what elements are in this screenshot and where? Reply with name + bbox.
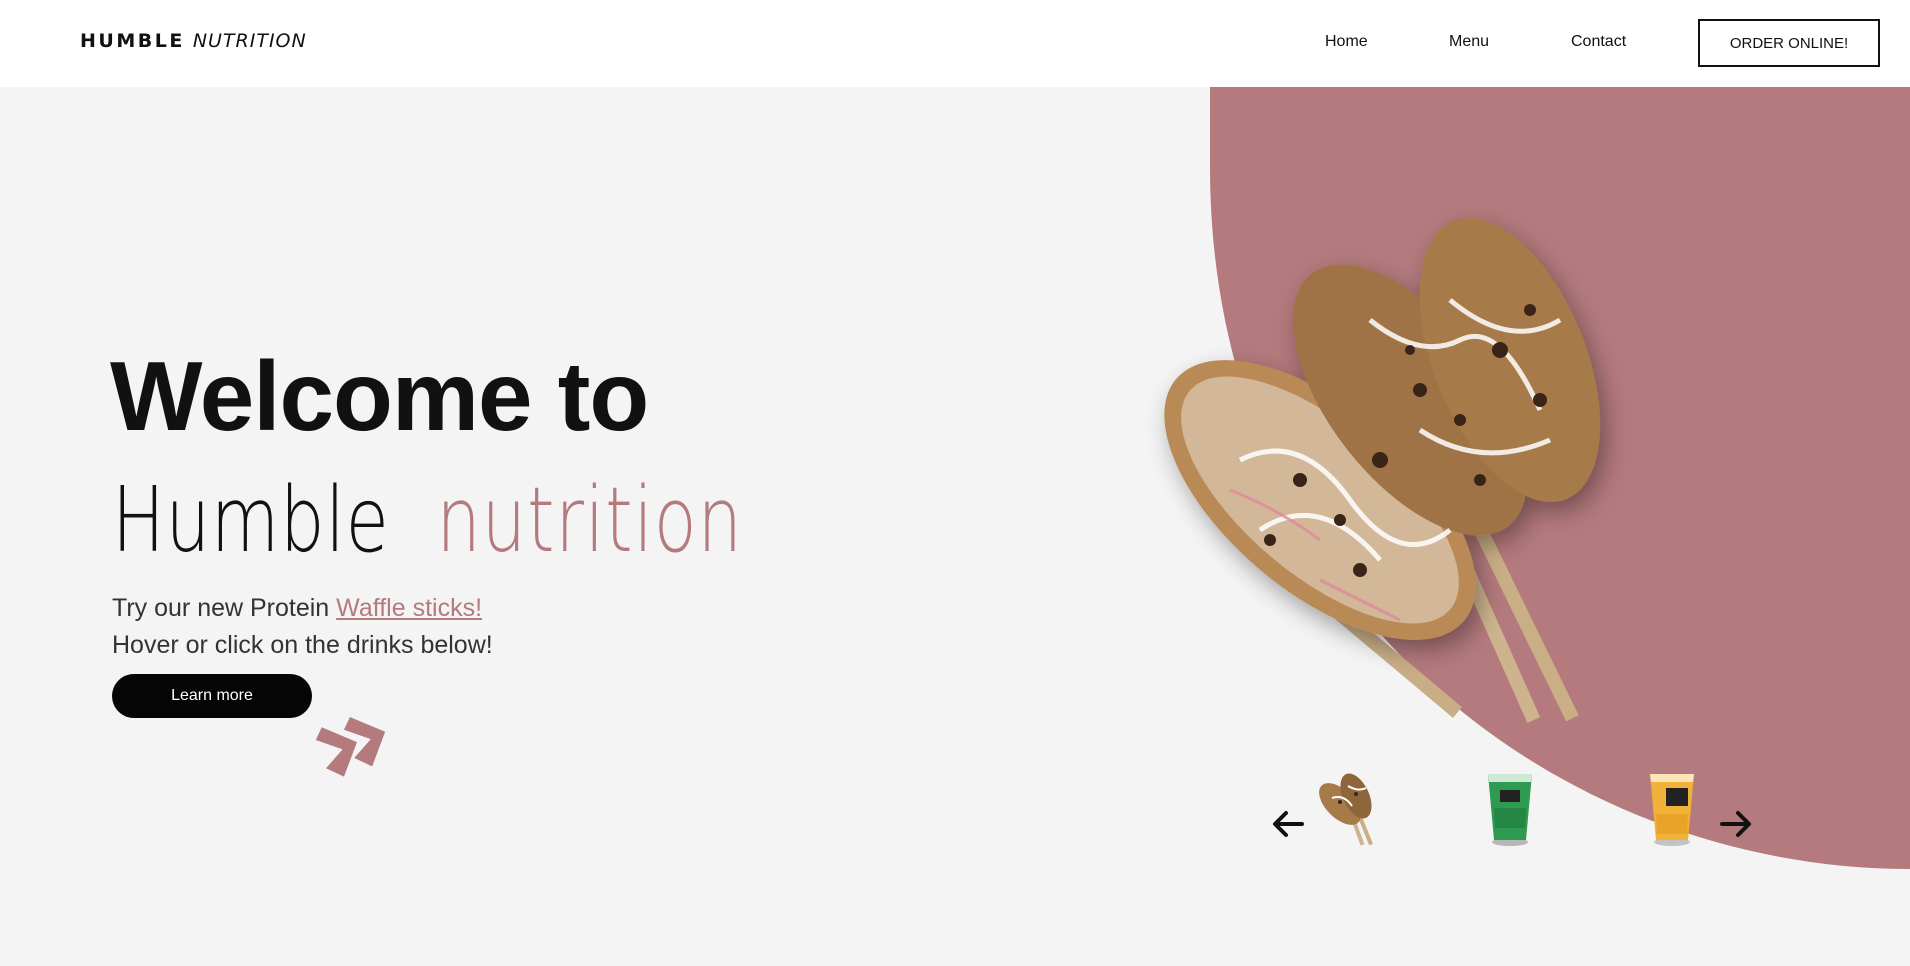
hero-brand-name: Humble nutrition	[112, 468, 743, 573]
logo-humble: HUMBLE	[80, 30, 185, 52]
thumb-orange-drink[interactable]	[1632, 768, 1712, 848]
double-chevron-icon	[315, 716, 386, 777]
nav-menu[interactable]: Menu	[1449, 33, 1489, 51]
brand-word-humble: Humble	[112, 468, 390, 573]
brand-word-nutrition: nutrition	[436, 468, 743, 573]
logo[interactable]: HUMBLE NUTRITION	[80, 30, 307, 52]
learn-more-button[interactable]: Learn more	[112, 674, 312, 718]
order-online-button[interactable]: ORDER ONLINE!	[1698, 19, 1880, 67]
nav-contact[interactable]: Contact	[1571, 33, 1626, 51]
arrow-left-icon[interactable]	[1270, 808, 1306, 840]
nav-home[interactable]: Home	[1325, 33, 1368, 51]
logo-nutrition: NUTRITION	[192, 30, 307, 52]
thumb-waffle-sticks[interactable]	[1310, 768, 1390, 848]
arrow-right-icon[interactable]	[1718, 808, 1754, 840]
hero-title: Welcome to	[110, 341, 649, 451]
promo-text: Try our new Protein	[112, 594, 337, 622]
thumb-green-drink[interactable]	[1470, 768, 1550, 848]
waffle-sticks-image	[1164, 218, 1601, 723]
hover-hint: Hover or click on the drinks below!	[112, 631, 493, 659]
waffle-sticks-link[interactable]: Waffle sticks!	[336, 594, 482, 622]
site-header: HUMBLE NUTRITION Home Menu Contact ORDER…	[0, 0, 1910, 87]
promo-line: Try our new Protein Waffle sticks!	[112, 594, 482, 623]
